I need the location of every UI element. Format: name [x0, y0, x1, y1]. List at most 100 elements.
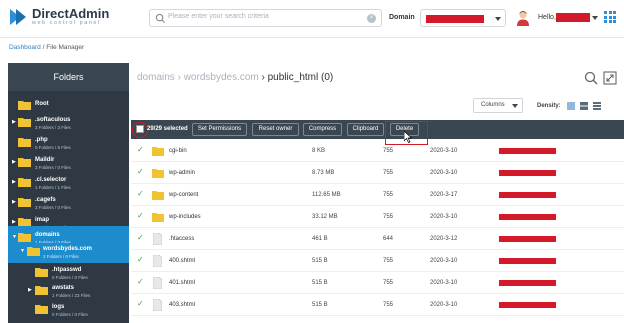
file-name[interactable]: cgi-bin: [169, 148, 187, 154]
tree-item-count: 1 Folders / 1 Files: [35, 185, 71, 190]
logo[interactable]: DirectAdmin web control panel: [8, 7, 109, 27]
table-row[interactable]: ✓ 400.shtml 515 B 755 2020-3-10: [131, 251, 624, 272]
clear-search-icon[interactable]: ×: [367, 14, 376, 23]
tree-item-php[interactable]: .php 0 Folders / 6 Files: [8, 134, 129, 154]
apps-grid-icon[interactable]: [604, 11, 616, 23]
redacted-owner: [499, 236, 556, 242]
folder-icon: [152, 147, 164, 156]
check-icon[interactable]: ✓: [137, 167, 144, 176]
expand-arrow-icon[interactable]: ▶: [12, 199, 16, 205]
file-name[interactable]: wp-content: [169, 192, 198, 198]
check-icon[interactable]: ✓: [137, 233, 144, 242]
table-row[interactable]: ✓ 403.shtml 515 B 755 2020-3-10: [131, 295, 624, 316]
file-name[interactable]: 401.shtml: [169, 280, 195, 286]
selected-count: 29/29 selected: [147, 126, 188, 132]
search-icon[interactable]: [584, 71, 598, 85]
redacted-owner: [499, 214, 556, 220]
chevron-down-icon: [512, 104, 518, 108]
check-icon[interactable]: ✓: [137, 255, 144, 264]
file-icon: [153, 255, 162, 267]
density-compact-icon[interactable]: [567, 102, 575, 110]
folder-sidebar: Folders Root ▶ .softaculous 3 Folders / …: [8, 63, 129, 323]
search-placeholder: Please enter your search criteria: [168, 13, 269, 20]
check-icon[interactable]: ✓: [137, 299, 144, 308]
table-row[interactable]: ✓ wp-content 112.65 MB 755 2020-3-17: [131, 185, 624, 206]
file-name[interactable]: 400.shtml: [169, 258, 195, 264]
path-domain-link[interactable]: wordsbydes.com: [184, 72, 259, 83]
tree-item-count: 3 Folders / 3 Files: [35, 125, 71, 130]
file-size: 515 B: [312, 280, 328, 286]
file-name[interactable]: wp-admin: [169, 170, 195, 176]
check-icon[interactable]: ✓: [137, 145, 144, 154]
file-name[interactable]: wp-includes: [169, 214, 201, 220]
clipboard-button[interactable]: Clipboard: [347, 123, 384, 136]
tree-item-softaculous[interactable]: ▶ .softaculous 3 Folders / 3 Files: [8, 114, 129, 134]
tree-item-maildir[interactable]: ▶ Maildir 3 Folders / 0 Files: [8, 154, 129, 174]
folder-open-icon: [18, 233, 31, 242]
density-normal-icon[interactable]: [580, 102, 588, 110]
redacted-owner: [499, 170, 556, 176]
file-icon: [153, 233, 162, 245]
table-row[interactable]: ✓ cgi-bin 8 KB 755 2020-3-10: [131, 141, 624, 162]
compress-button[interactable]: Compress: [303, 123, 342, 136]
tree-item-wordsbydes[interactable]: ▼ wordsbydes.com 2 Folders / 0 Files: [8, 243, 129, 263]
expand-arrow-icon[interactable]: ▶: [28, 287, 32, 293]
check-icon[interactable]: ✓: [137, 277, 144, 286]
user-menu-chevron-icon[interactable]: [592, 16, 598, 20]
avatar[interactable]: [516, 10, 530, 26]
breadcrumb-dashboard-link[interactable]: Dashboard: [9, 44, 41, 51]
file-date: 2020-3-10: [430, 258, 458, 264]
expand-arrow-icon[interactable]: ▶: [12, 219, 16, 225]
density-comfortable-icon[interactable]: [593, 102, 601, 110]
set-permissions-button[interactable]: Set Permissions: [192, 123, 247, 136]
folder-icon: [152, 191, 164, 200]
table-row[interactable]: ✓ wp-includes 33.12 MB 755 2020-3-10: [131, 207, 624, 228]
table-row[interactable]: ✓ wp-admin 8.73 MB 755 2020-3-10: [131, 163, 624, 184]
app-subtitle: web control panel: [32, 20, 101, 26]
tree-item-logs[interactable]: logs 0 Folders / 0 Files: [8, 301, 129, 321]
file-size: 112.65 MB: [312, 192, 341, 198]
folder-icon: [18, 158, 31, 167]
folder-open-icon: [27, 247, 40, 256]
tree-item-label: .htpasswd: [52, 267, 82, 273]
tree-item-cl-selector[interactable]: ▶ .cl.selector 1 Folders / 1 Files: [8, 174, 129, 194]
path-separator: ›: [174, 72, 184, 83]
reset-owner-button[interactable]: Reset owner: [252, 123, 299, 136]
expand-arrow-icon[interactable]: ▶: [12, 159, 16, 165]
redacted-username: [556, 13, 590, 22]
search-input[interactable]: Please enter your search criteria ×: [149, 9, 382, 27]
expand-arrow-icon[interactable]: ▶: [12, 179, 16, 185]
tree-item-htpasswd[interactable]: .htpasswd 0 Folders / 0 Files: [8, 264, 129, 284]
columns-dropdown[interactable]: Columns: [473, 98, 523, 113]
path-separator: ›: [258, 72, 268, 83]
table-row[interactable]: ✓ 401.shtml 515 B 755 2020-3-10: [131, 273, 624, 294]
table-row[interactable]: ✓ .htaccess 461 B 644 2020-3-12: [131, 229, 624, 250]
highlight-circle: [132, 122, 148, 138]
file-date: 2020-3-10: [430, 148, 458, 154]
path-root-link[interactable]: domains: [137, 72, 175, 83]
collapse-arrow-icon[interactable]: ▼: [12, 234, 17, 240]
domain-label: Domain: [389, 14, 415, 21]
tree-item-label: imap: [35, 217, 50, 223]
check-icon[interactable]: ✓: [137, 211, 144, 220]
tree-item-cagefs[interactable]: ▶ .cagefs 3 Folders / 0 Files: [8, 194, 129, 214]
folder-icon: [18, 118, 31, 127]
fullscreen-icon[interactable]: [603, 71, 617, 85]
redacted-domain: [426, 15, 484, 23]
tree-item-awstats[interactable]: ▶ awstats 1 Folders / 23 Files: [8, 282, 129, 302]
tree-item-label: awstats: [52, 285, 75, 291]
file-size: 515 B: [312, 302, 328, 308]
collapse-arrow-icon[interactable]: ▼: [20, 248, 25, 254]
breadcrumb-current: File Manager: [46, 44, 85, 51]
file-size: 8 KB: [312, 148, 326, 154]
app-title: DirectAdmin: [32, 6, 110, 21]
domain-select[interactable]: [420, 9, 506, 27]
file-permissions: 755: [383, 192, 394, 198]
file-permissions: 644: [383, 236, 394, 242]
check-icon[interactable]: ✓: [137, 189, 144, 198]
sidebar-title: Folders: [8, 63, 129, 91]
expand-arrow-icon[interactable]: ▶: [12, 119, 16, 125]
file-date: 2020-3-10: [430, 280, 458, 286]
file-name[interactable]: .htaccess: [169, 236, 194, 242]
file-name[interactable]: 403.shtml: [169, 302, 195, 308]
